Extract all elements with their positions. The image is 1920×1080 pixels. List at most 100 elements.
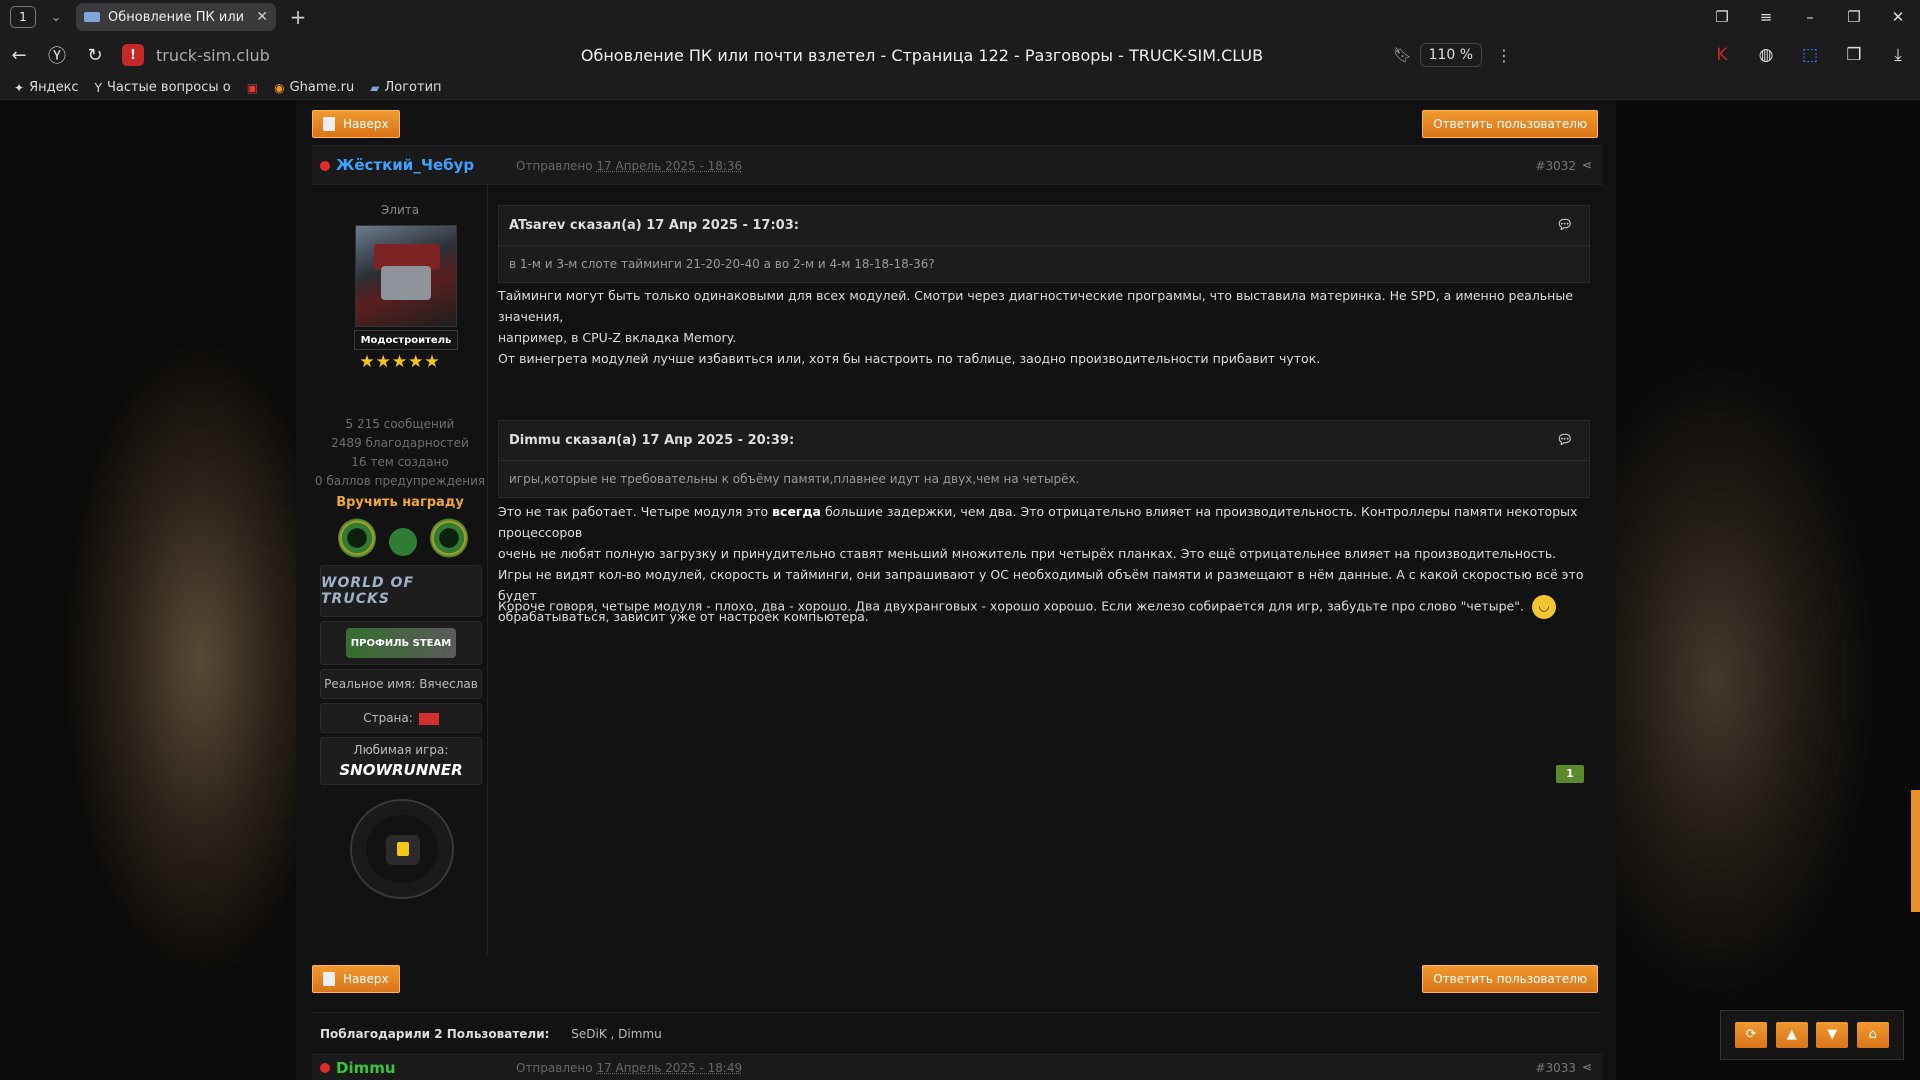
grin-smiley-icon: ◡ [1531, 595, 1556, 619]
quote-block: ATsarev сказал(а) 17 Апр 2025 - 17:03: 💬… [498, 205, 1590, 283]
refresh-icon[interactable]: ⟳ [1735, 1022, 1768, 1048]
url-field[interactable]: ! truck-sim.club Обновление ПК или почти… [122, 40, 1682, 70]
reputation-badge[interactable]: 1 [1556, 765, 1584, 783]
restore-button[interactable]: ❐ [1832, 0, 1876, 34]
favorite-game: Любимая игра: SNOWRUNNER [320, 737, 482, 785]
warnings-count: 0 баллов предупреждения [314, 474, 486, 488]
extensions: K ◍ ⬚ ❒ ⤓ [1700, 34, 1920, 76]
wheel-logo [397, 842, 409, 856]
link-icon: ▰ [370, 80, 380, 95]
bookmark-yandex[interactable]: ✦ Яндекс [14, 80, 79, 95]
chevron-down-icon[interactable]: ⌄ [46, 10, 66, 24]
ghame-icon: ◉ [274, 80, 285, 95]
top-button[interactable]: Наверх [312, 965, 400, 993]
tab-bar: 1 ⌄ Обновление ПК или по ✕ + ❐ ≡ – ❐ ✕ [0, 0, 1920, 34]
yandex-home-icon[interactable]: Ⓨ [38, 42, 76, 68]
offline-status-icon [320, 1063, 330, 1073]
top-button[interactable]: Наверх [312, 110, 400, 138]
reload-button[interactable]: ↻ [76, 45, 114, 66]
minimize-button[interactable]: – [1788, 0, 1832, 34]
arrow-down-icon[interactable]: ▼ [1816, 1022, 1849, 1048]
download-icon[interactable]: ⤓ [1876, 45, 1920, 65]
bookmark-square-icon: ▣ [246, 80, 259, 95]
post-author[interactable]: Жёсткий_Чебур [336, 156, 474, 174]
post-paragraph: Короче говоря, четыре модуля - плохо, дв… [498, 595, 1590, 619]
next-post-header: Dimmu Отправлено 17 Апрель 2025 - 18:49 … [312, 1054, 1602, 1080]
bookmark-icon[interactable]: 🔖︎ [1393, 46, 1412, 64]
collections-icon[interactable]: ❐ [1700, 0, 1744, 34]
country: Страна: [320, 703, 482, 733]
bookmark-square[interactable]: ▣ [247, 81, 258, 95]
post-number[interactable]: #3033 [1535, 1061, 1576, 1075]
steam-icon: ПРОФИЛЬ STEAM [346, 628, 456, 658]
document-icon [323, 117, 335, 131]
wreath-award-icon[interactable] [338, 518, 376, 558]
avatar-truck-grille [381, 266, 431, 300]
bookmark-logo[interactable]: ▰ Логотип [370, 80, 441, 95]
steering-wheel-image [338, 797, 468, 907]
post-author[interactable]: Dimmu [336, 1059, 396, 1077]
post-header: Жёсткий_Чебур Отправлено 17 Апрель 2025 … [312, 145, 1602, 185]
chat-bubbles-icon[interactable]: 💬︎ [1556, 433, 1573, 448]
awards-row [338, 518, 468, 558]
post-date: Отправлено 17 Апрель 2025 - 18:36 [516, 159, 743, 173]
window-controls: ❐ ≡ – ❐ ✕ [1700, 0, 1920, 34]
topic-content: Наверх Ответить пользователю Жёсткий_Чеб… [312, 100, 1602, 1080]
new-tab-button[interactable]: + [286, 5, 310, 29]
steam-profile-link[interactable]: ПРОФИЛЬ STEAM [320, 621, 482, 665]
world-of-trucks-logo: WORLD OF TRUCKS [321, 575, 415, 607]
page-viewport: Наверх Ответить пользователю Жёсткий_Чеб… [0, 100, 1920, 1080]
more-icon[interactable]: ⋮ [1496, 46, 1512, 65]
give-award-link[interactable]: Вручить награду [312, 495, 488, 510]
scrollbar-thumb[interactable] [1911, 790, 1920, 912]
document-icon [323, 972, 335, 986]
wreath-award-icon[interactable] [430, 518, 468, 558]
bookmark-ghame[interactable]: ◉ Ghame.ru [274, 80, 354, 95]
thanks-label: Поблагодарили 2 Пользователи: [320, 1027, 550, 1041]
bookmarks-bar: ✦ Яндекс Y Частые вопросы о ▣ ◉ Ghame.ru ▰ Л… [0, 76, 1920, 100]
quote-text: в 1-м и 3-м слоте тайминги 21-20-20-40 а… [509, 257, 935, 271]
world-of-trucks-link[interactable]: WORLD OF TRUCKS [320, 565, 482, 617]
zoom-indicator[interactable]: 110 % [1419, 43, 1482, 67]
menu-icon[interactable]: ≡ [1744, 0, 1788, 34]
post-number[interactable]: #3032 [1535, 159, 1576, 173]
active-tab[interactable]: Обновление ПК или по ✕ [76, 3, 276, 31]
snowrunner-logo: SNOWRUNNER [339, 761, 463, 779]
reply-to-user-button[interactable]: Ответить пользователю [1422, 965, 1598, 993]
close-window-button[interactable]: ✕ [1876, 0, 1920, 34]
warning-icon[interactable]: ! [122, 44, 144, 66]
offline-status-icon [320, 161, 330, 171]
globe-icon[interactable]: ◍ [1744, 45, 1788, 65]
share-icon[interactable]: ⋖ [1582, 1060, 1592, 1074]
truck-favicon-icon [84, 12, 100, 22]
quote-block: Dimmu сказал(а) 17 Апр 2025 - 20:39: 💬︎ … [498, 420, 1590, 498]
thanks-row: Поблагодарили 2 Пользователи: SeDiK , Di… [312, 1012, 1602, 1054]
chat-bubbles-icon[interactable]: 💬︎ [1556, 218, 1573, 233]
post-date: Отправлено 17 Апрель 2025 - 18:49 [516, 1061, 743, 1075]
reply-to-user-button[interactable]: Ответить пользователю [1422, 110, 1598, 138]
topics-count: 16 тем создано [351, 455, 449, 469]
back-button[interactable]: ← [0, 45, 38, 66]
share-icon[interactable]: ⋖ [1582, 158, 1592, 172]
real-name: Реальное имя: Вячеслав [320, 669, 482, 699]
kinopoisk-icon[interactable]: K [1700, 45, 1744, 65]
christmas-tree-award-icon[interactable] [384, 518, 422, 558]
background-truck-right [1616, 100, 1920, 1080]
thanks-count: 2489 благодарностей [331, 436, 469, 450]
modder-badge: Модостроитель [354, 330, 458, 350]
arrow-up-icon[interactable]: ▲ [1775, 1022, 1808, 1048]
close-icon[interactable]: ✕ [256, 9, 268, 25]
forum-container: Наверх Ответить пользователю Жёсткий_Чеб… [296, 100, 1616, 1080]
bookmark-faq[interactable]: Y Частые вопросы о [95, 80, 231, 95]
screenshot-icon[interactable]: ⬚ [1788, 45, 1832, 65]
messages-count: 5 215 сообщений [345, 417, 455, 431]
thanks-users[interactable]: SeDiK , Dimmu [571, 1027, 661, 1041]
avatar[interactable] [355, 225, 457, 327]
page-title: Обновление ПК или почти взлетел - Страни… [580, 45, 1264, 65]
collections-icon[interactable]: ❒ [1832, 45, 1876, 65]
background-truck-left [0, 100, 296, 1080]
tab-counter[interactable]: 1 [10, 6, 36, 28]
tab-title: Обновление ПК или по [108, 9, 248, 25]
home-icon[interactable]: ⌂ [1856, 1022, 1889, 1048]
post-paragraph: Тайминги могут быть только одинаковыми д… [498, 288, 1573, 366]
